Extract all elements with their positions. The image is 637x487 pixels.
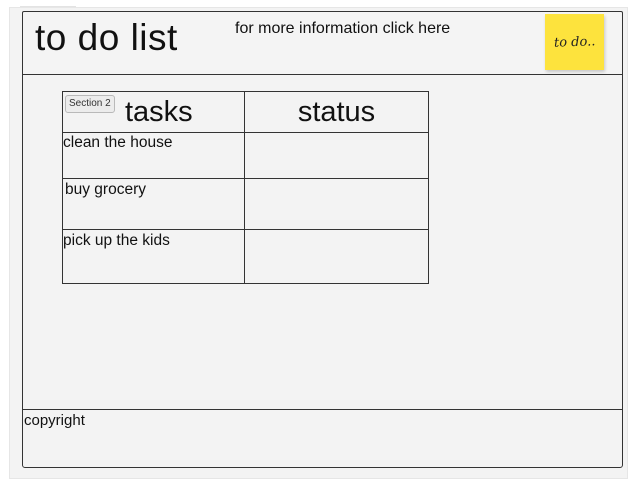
table-row: clean the house [62, 131, 429, 180]
column-header-tasks: Section 2 tasks [62, 91, 245, 133]
table-row: buy grocery [62, 178, 429, 230]
task-text: buy grocery [65, 181, 146, 199]
table-row: pick up the kids [62, 228, 429, 285]
section-badge[interactable]: Section 2 [65, 95, 115, 113]
sticky-note-text: to do.. [553, 33, 596, 51]
column-header-tasks-label: tasks [125, 96, 193, 128]
header: to do list for more information click he… [22, 11, 623, 75]
status-text [245, 230, 428, 232]
task-text: clean the house [63, 134, 173, 151]
task-cell: buy grocery [62, 178, 245, 230]
status-text [245, 133, 428, 134]
copyright-text: copyright [24, 412, 85, 429]
column-header-status: status [244, 91, 429, 133]
status-cell[interactable] [244, 131, 429, 180]
table-header-row: Section 2 tasks status [62, 91, 429, 133]
footer: copyright [22, 409, 623, 468]
task-table: Section 2 tasks status clean the house b… [62, 91, 429, 285]
status-cell[interactable] [244, 228, 429, 285]
status-text [245, 179, 428, 181]
task-text: pick up the kids [63, 231, 170, 249]
status-cell[interactable] [244, 178, 429, 230]
task-cell: pick up the kids [62, 228, 245, 285]
main-content: Section 2 tasks status clean the house b… [22, 74, 623, 410]
more-info-link[interactable]: for more information click here [235, 19, 465, 38]
task-cell: clean the house [62, 131, 245, 180]
page-title: to do list [35, 17, 178, 58]
sticky-note-logo: to do.. [545, 14, 604, 70]
